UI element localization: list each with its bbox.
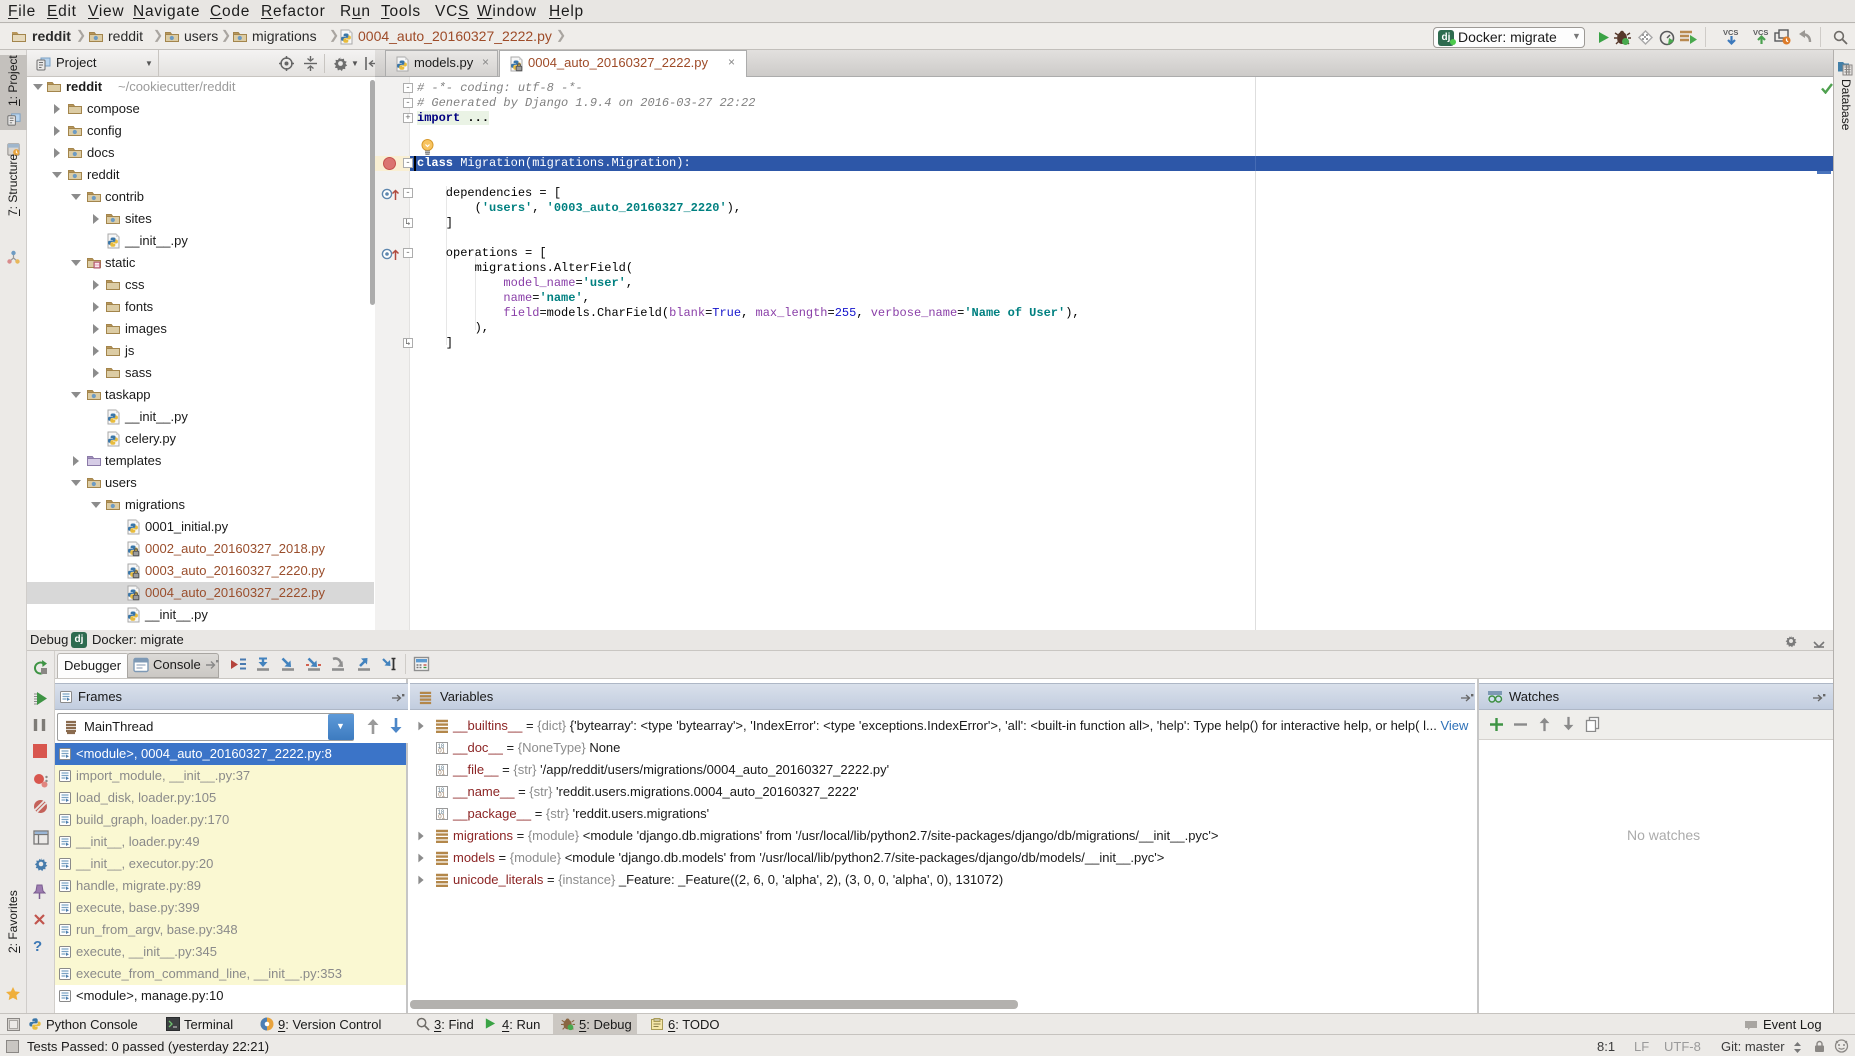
- svg-text:VCS: VCS: [1723, 28, 1738, 37]
- svg-text:?: ?: [33, 938, 42, 954]
- svg-text:VCS: VCS: [1753, 28, 1768, 37]
